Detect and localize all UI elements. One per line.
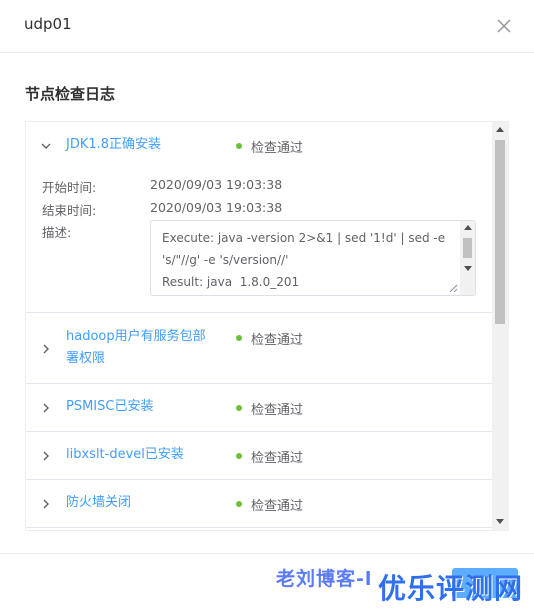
dialog-header: udp01	[0, 0, 534, 53]
resize-grip-icon[interactable]	[448, 283, 458, 293]
watermark-site: 优乐评测网	[378, 572, 524, 605]
description-label: 描述:	[42, 225, 72, 240]
check-item-name[interactable]: 防火墙关闭	[66, 492, 131, 514]
dialog-footer-divider	[0, 553, 534, 554]
check-item-psmisc: PSMISC已安装 检查通过	[26, 384, 492, 432]
close-button[interactable]	[492, 14, 516, 38]
section-title: 节点检查日志	[25, 85, 116, 103]
check-item-jdk: JDK1.8正确安装 检查通过 开始时间: 2020/09/03 19:03:3…	[26, 122, 492, 313]
chevron-down-icon[interactable]	[40, 140, 52, 152]
status-dot	[236, 453, 242, 459]
status-dot	[236, 405, 242, 411]
check-item-name[interactable]: JDK1.8正确安装	[66, 134, 161, 156]
status-text: 检查通过	[251, 499, 304, 514]
close-icon	[497, 19, 511, 33]
check-log-panel: JDK1.8正确安装 检查通过 开始时间: 2020/09/03 19:03:3…	[25, 121, 509, 531]
scroll-up-icon[interactable]	[464, 225, 472, 230]
node-check-dialog: udp01 节点检查日志 JDK1.8正确安装 检查通过 开始时间: 2020/…	[0, 0, 534, 612]
chevron-right-icon[interactable]	[40, 402, 52, 414]
status-dot	[236, 143, 242, 149]
status-dot	[236, 501, 242, 507]
check-item-libxslt: libxslt-devel已安装 检查通过	[26, 432, 492, 480]
description-scrollbar[interactable]	[460, 221, 475, 295]
scroll-thumb[interactable]	[495, 140, 505, 324]
scroll-up-icon[interactable]	[496, 127, 504, 132]
check-item-name[interactable]: hadoop用户有服务包部署权限	[66, 326, 216, 370]
check-item-name[interactable]: libxslt-devel已安装	[66, 444, 184, 466]
status-text: 检查通过	[251, 333, 304, 348]
start-time-label: 开始时间:	[42, 180, 97, 195]
description-text: Execute: java -version 2>&1 | sed '1!d' …	[162, 231, 446, 289]
check-item-name[interactable]: PSMISC已安装	[66, 396, 153, 418]
end-time-label: 结束时间:	[42, 203, 97, 218]
panel-scrollbar[interactable]	[492, 122, 508, 530]
status-text: 检查通过	[251, 451, 304, 466]
description-textarea[interactable]: Execute: java -version 2>&1 | sed '1!d' …	[150, 220, 476, 296]
scroll-down-icon[interactable]	[464, 266, 472, 271]
scroll-down-icon[interactable]	[496, 519, 504, 524]
check-item-firewall: 防火墙关闭 检查通过	[26, 480, 492, 528]
end-time-value: 2020/09/03 19:03:38	[150, 200, 283, 215]
watermark-blog: 老刘博客-l	[276, 568, 373, 590]
start-time-value: 2020/09/03 19:03:38	[150, 177, 283, 192]
status-text: 检查通过	[251, 403, 304, 418]
chevron-right-icon[interactable]	[40, 450, 52, 462]
status-text: 检查通过	[251, 141, 304, 156]
scroll-thumb[interactable]	[463, 238, 472, 258]
dialog-title: udp01	[24, 15, 72, 33]
chevron-right-icon[interactable]	[40, 343, 52, 355]
status-dot	[236, 335, 242, 341]
check-item-hadoop: hadoop用户有服务包部署权限 检查通过	[26, 313, 492, 384]
chevron-right-icon[interactable]	[40, 498, 52, 510]
